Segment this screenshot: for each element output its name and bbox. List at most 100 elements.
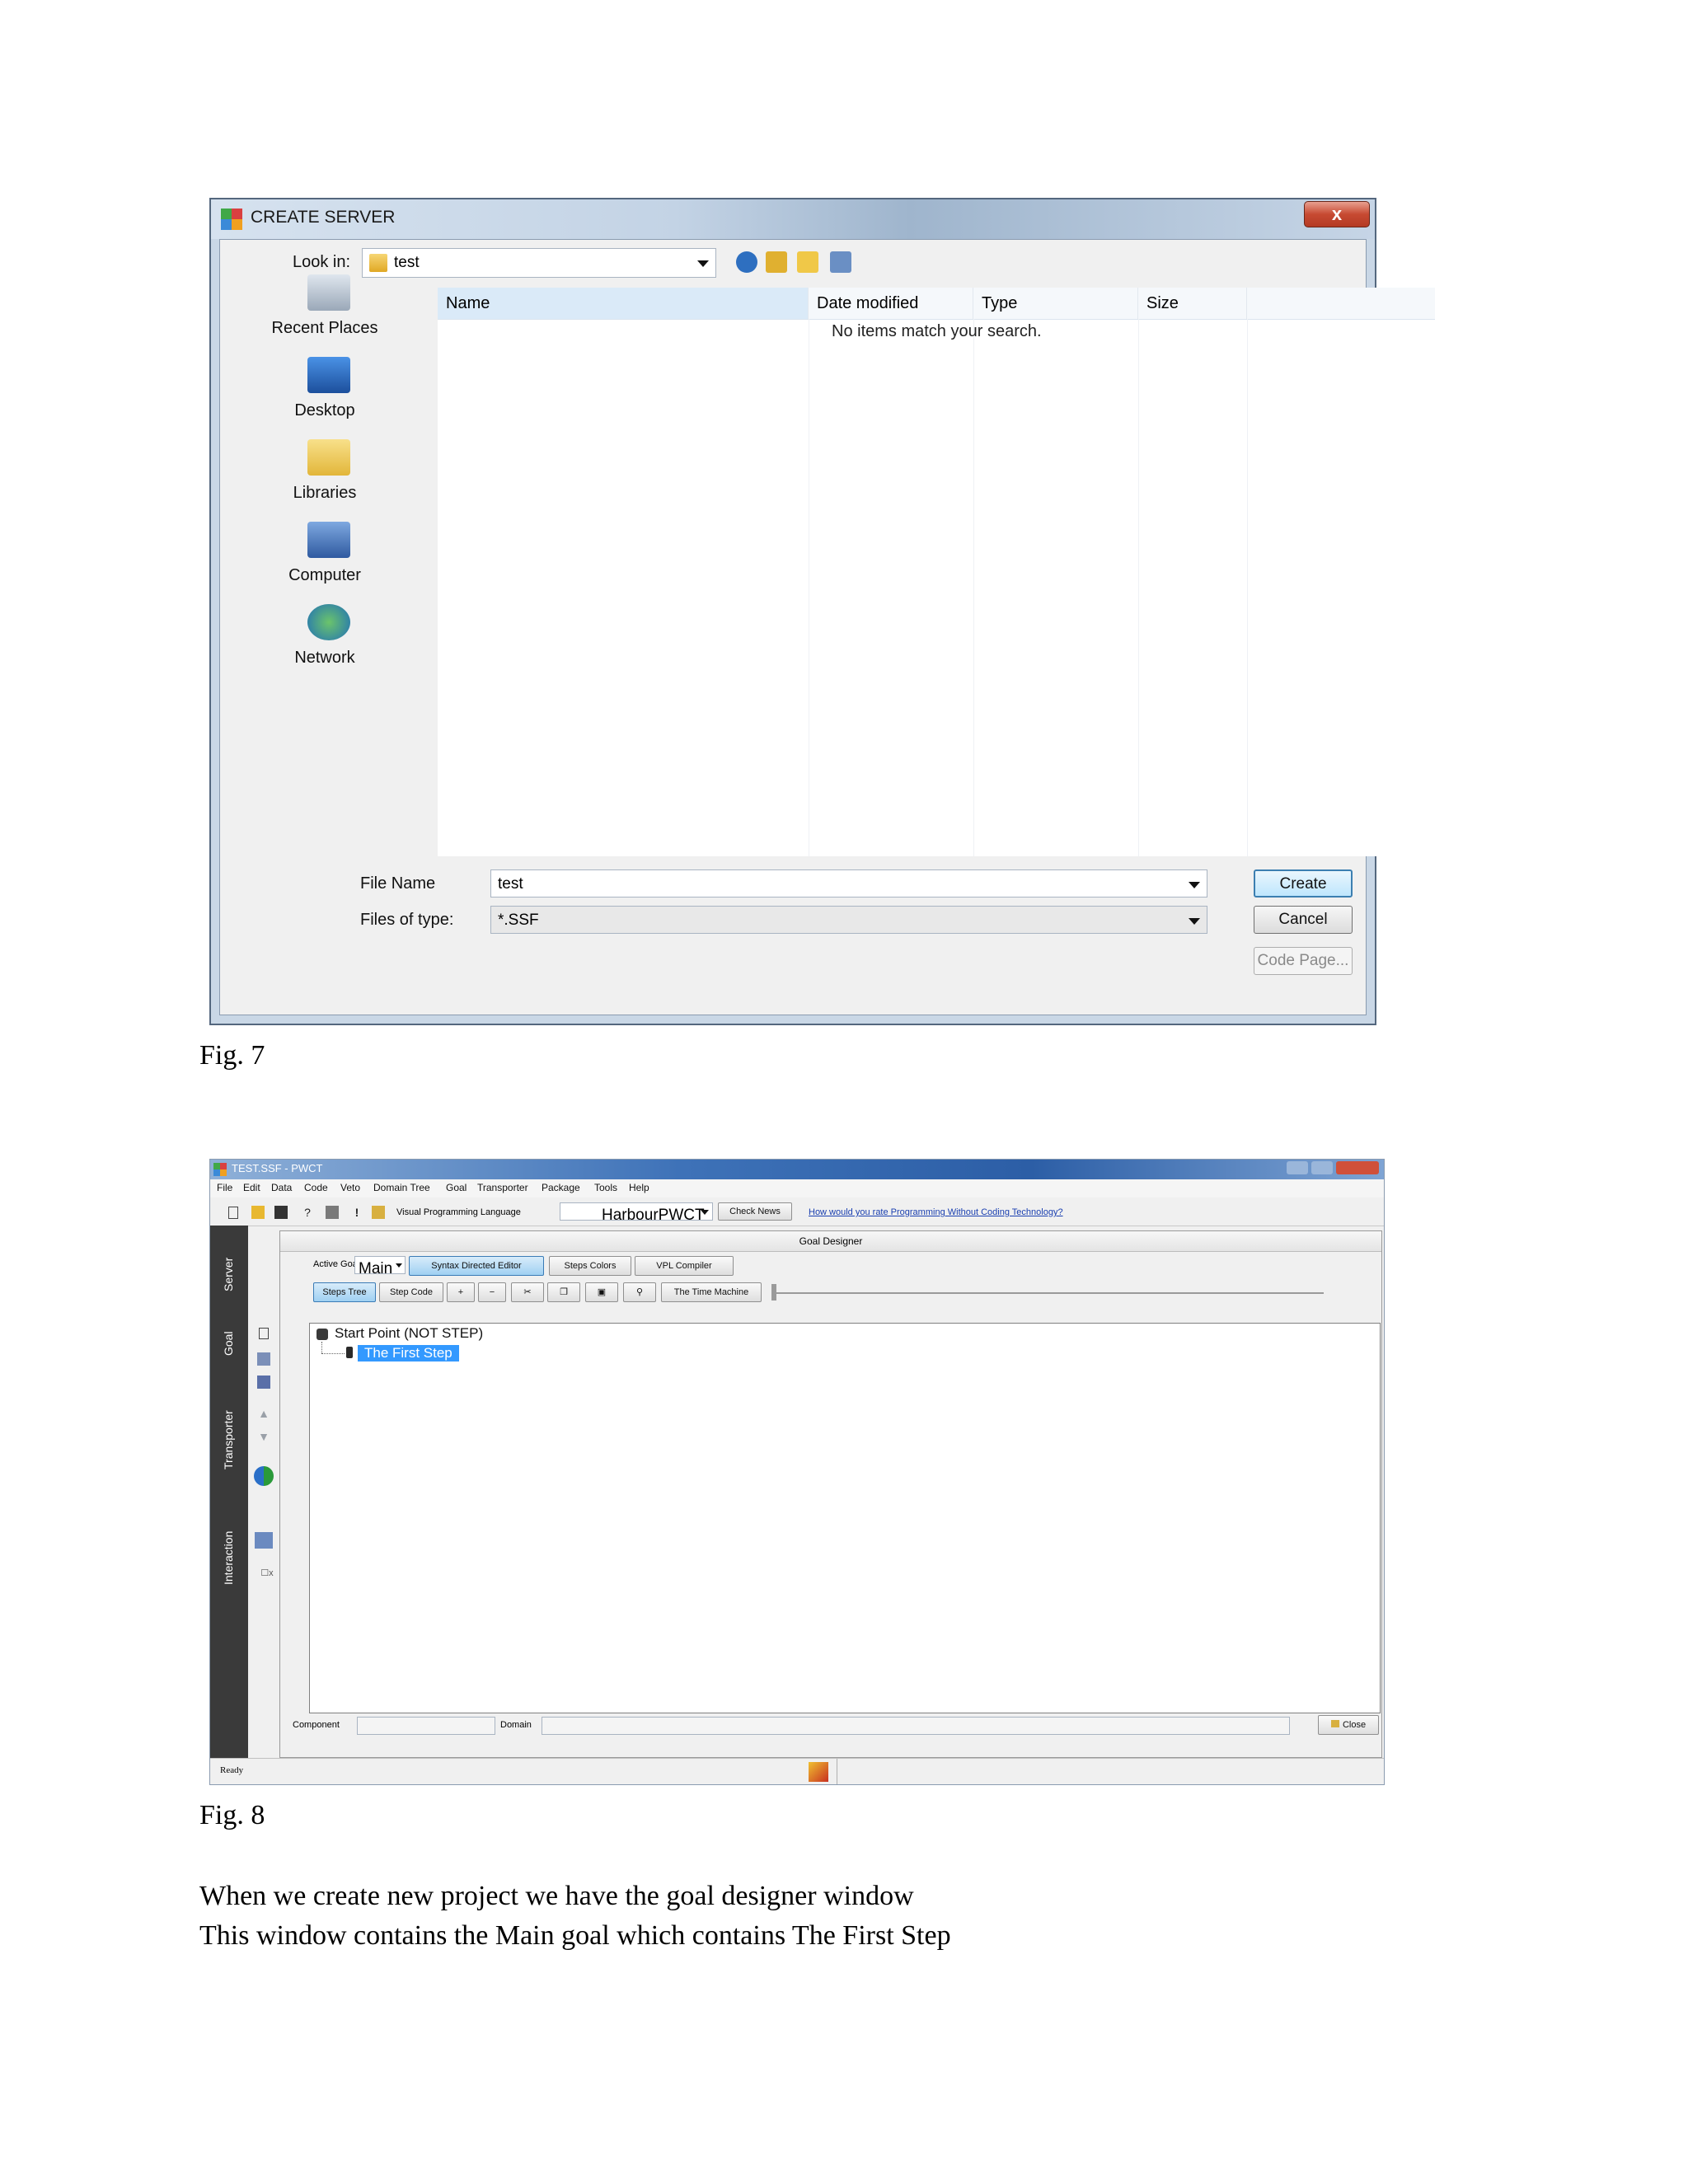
file-type-value: *.SSF [498, 912, 539, 929]
computer-icon [307, 522, 350, 558]
column-size[interactable]: Size [1138, 288, 1247, 319]
dialog-client: Look in: test Recent Places Desktop Libr… [219, 239, 1435, 1015]
file-name-field[interactable]: test [490, 869, 1207, 898]
move-down-icon[interactable]: ▼ [257, 1430, 270, 1443]
menu-package[interactable]: Package [542, 1182, 580, 1193]
open-folder-icon[interactable] [251, 1206, 265, 1219]
chevron-down-icon [1189, 918, 1200, 925]
window-title: TEST.SSF - PWCT [232, 1162, 323, 1174]
checkbox-x-icon[interactable]: ☐x [257, 1567, 277, 1580]
active-goal-value: Main [359, 1260, 393, 1277]
new-folder-icon[interactable] [797, 251, 818, 273]
vpl-select[interactable]: HarbourPWCT [560, 1202, 713, 1224]
zoom-out-icon[interactable]: − [478, 1282, 506, 1302]
place-label: Desktop [294, 401, 355, 419]
column-name[interactable]: Name [438, 288, 809, 319]
refresh-icon[interactable] [254, 1466, 274, 1486]
edit-step-icon[interactable] [257, 1352, 270, 1366]
minimize-icon[interactable] [1287, 1161, 1308, 1174]
move-up-icon[interactable]: ▲ [257, 1407, 270, 1420]
syntax-directed-editor-button[interactable]: Syntax Directed Editor [409, 1256, 544, 1276]
cancel-button[interactable]: Cancel [1254, 906, 1353, 934]
active-goal-select[interactable]: Main [354, 1256, 406, 1277]
file-type-label: Files of type: [360, 911, 454, 929]
folder-icon [1330, 1720, 1339, 1727]
save-icon[interactable] [274, 1206, 288, 1219]
recent-places-icon [307, 274, 350, 311]
vertical-tab-bar: Server Goal Transporter Interaction [210, 1226, 248, 1758]
column-date-modified[interactable]: Date modified [809, 288, 973, 319]
body-paragraph-line: This window contains the Main goal which… [199, 1920, 951, 1951]
place-recent-places[interactable]: Recent Places [227, 274, 423, 350]
paste-icon[interactable]: ▣ [585, 1282, 618, 1302]
component-domain-bar: Component Domain Close [210, 1713, 1384, 1735]
chevron-down-icon [701, 1210, 709, 1215]
cut-icon[interactable]: ✂ [511, 1282, 544, 1302]
steps-tree[interactable]: Start Point (NOT STEP) The First Step [309, 1323, 1381, 1713]
file-list[interactable]: Name Date modified Type Size No items ma… [438, 288, 1435, 856]
file-type-select[interactable]: *.SSF [490, 906, 1207, 934]
tree-step-node[interactable]: The First Step [358, 1345, 459, 1361]
check-news-button[interactable]: Check News [718, 1202, 792, 1221]
copy-icon[interactable]: ❐ [547, 1282, 580, 1302]
empty-message: No items match your search. [832, 322, 1042, 340]
time-machine-slider-track[interactable] [775, 1292, 1324, 1294]
menu-domain-tree[interactable]: Domain Tree [373, 1182, 430, 1193]
look-in-value: test [394, 254, 420, 271]
view-menu-icon[interactable] [830, 251, 851, 273]
window-icon[interactable] [255, 1532, 273, 1549]
place-desktop[interactable]: Desktop [227, 357, 423, 433]
place-network[interactable]: Network [227, 604, 423, 680]
column-divider [1247, 319, 1248, 856]
find-icon[interactable]: ⚲ [623, 1282, 656, 1302]
place-libraries[interactable]: Libraries [227, 439, 423, 515]
menu-veto[interactable]: Veto [340, 1182, 360, 1193]
menu-help[interactable]: Help [629, 1182, 649, 1193]
menu-transporter[interactable]: Transporter [477, 1182, 528, 1193]
tree-root-node[interactable]: Start Point (NOT STEP) [335, 1325, 483, 1342]
step-code-button[interactable]: Step Code [379, 1282, 443, 1302]
print-icon[interactable] [257, 1376, 270, 1389]
menu-goal[interactable]: Goal [446, 1182, 467, 1193]
look-in-combo[interactable]: test [362, 248, 716, 278]
chevron-down-icon [1189, 882, 1200, 888]
pwct-logo-icon [809, 1762, 828, 1782]
menu-edit[interactable]: Edit [243, 1182, 260, 1193]
file-list-header: Name Date modified Type Size [438, 288, 1435, 320]
time-machine-button[interactable]: The Time Machine [661, 1282, 762, 1302]
menu-code[interactable]: Code [304, 1182, 328, 1193]
maximize-icon[interactable] [1311, 1161, 1333, 1174]
steps-colors-button[interactable]: Steps Colors [549, 1256, 631, 1276]
pwct-window: TEST.SSF - PWCT File Edit Data Code Veto… [209, 1159, 1385, 1785]
steps-tree-button[interactable]: Steps Tree [313, 1282, 376, 1302]
window-titlebar: TEST.SSF - PWCT [210, 1160, 1384, 1179]
help-icon[interactable]: ? [301, 1206, 314, 1219]
code-page-button[interactable]: Code Page... [1254, 947, 1353, 975]
rate-link[interactable]: How would you rate Programming Without C… [809, 1207, 1063, 1217]
file-name-label: File Name [360, 874, 436, 893]
run-icon[interactable]: ! [350, 1206, 363, 1219]
create-button[interactable]: Create [1254, 869, 1353, 898]
close-icon[interactable] [1336, 1161, 1379, 1174]
up-folder-icon[interactable] [766, 251, 787, 273]
close-button[interactable]: Close [1318, 1715, 1379, 1735]
menu-tools[interactable]: Tools [594, 1182, 617, 1193]
menu-file[interactable]: File [217, 1182, 232, 1193]
package-icon[interactable] [372, 1206, 385, 1219]
main-toolbar: ? ! Visual Programming Language HarbourP… [210, 1197, 1384, 1226]
component-field[interactable] [357, 1717, 495, 1735]
new-file-icon[interactable] [228, 1207, 238, 1219]
close-button[interactable]: x [1304, 201, 1370, 227]
new-step-icon[interactable] [259, 1328, 269, 1339]
place-computer[interactable]: Computer [227, 522, 423, 598]
calculator-icon[interactable] [326, 1206, 339, 1219]
fig7-caption: Fig. 7 [199, 1040, 265, 1071]
vpl-compiler-button[interactable]: VPL Compiler [635, 1256, 734, 1276]
menu-data[interactable]: Data [271, 1182, 292, 1193]
place-label: Libraries [293, 484, 357, 502]
domain-field[interactable] [542, 1717, 1290, 1735]
network-icon [307, 604, 350, 640]
back-icon[interactable] [736, 251, 757, 273]
zoom-in-icon[interactable]: + [447, 1282, 475, 1302]
column-type[interactable]: Type [973, 288, 1138, 319]
